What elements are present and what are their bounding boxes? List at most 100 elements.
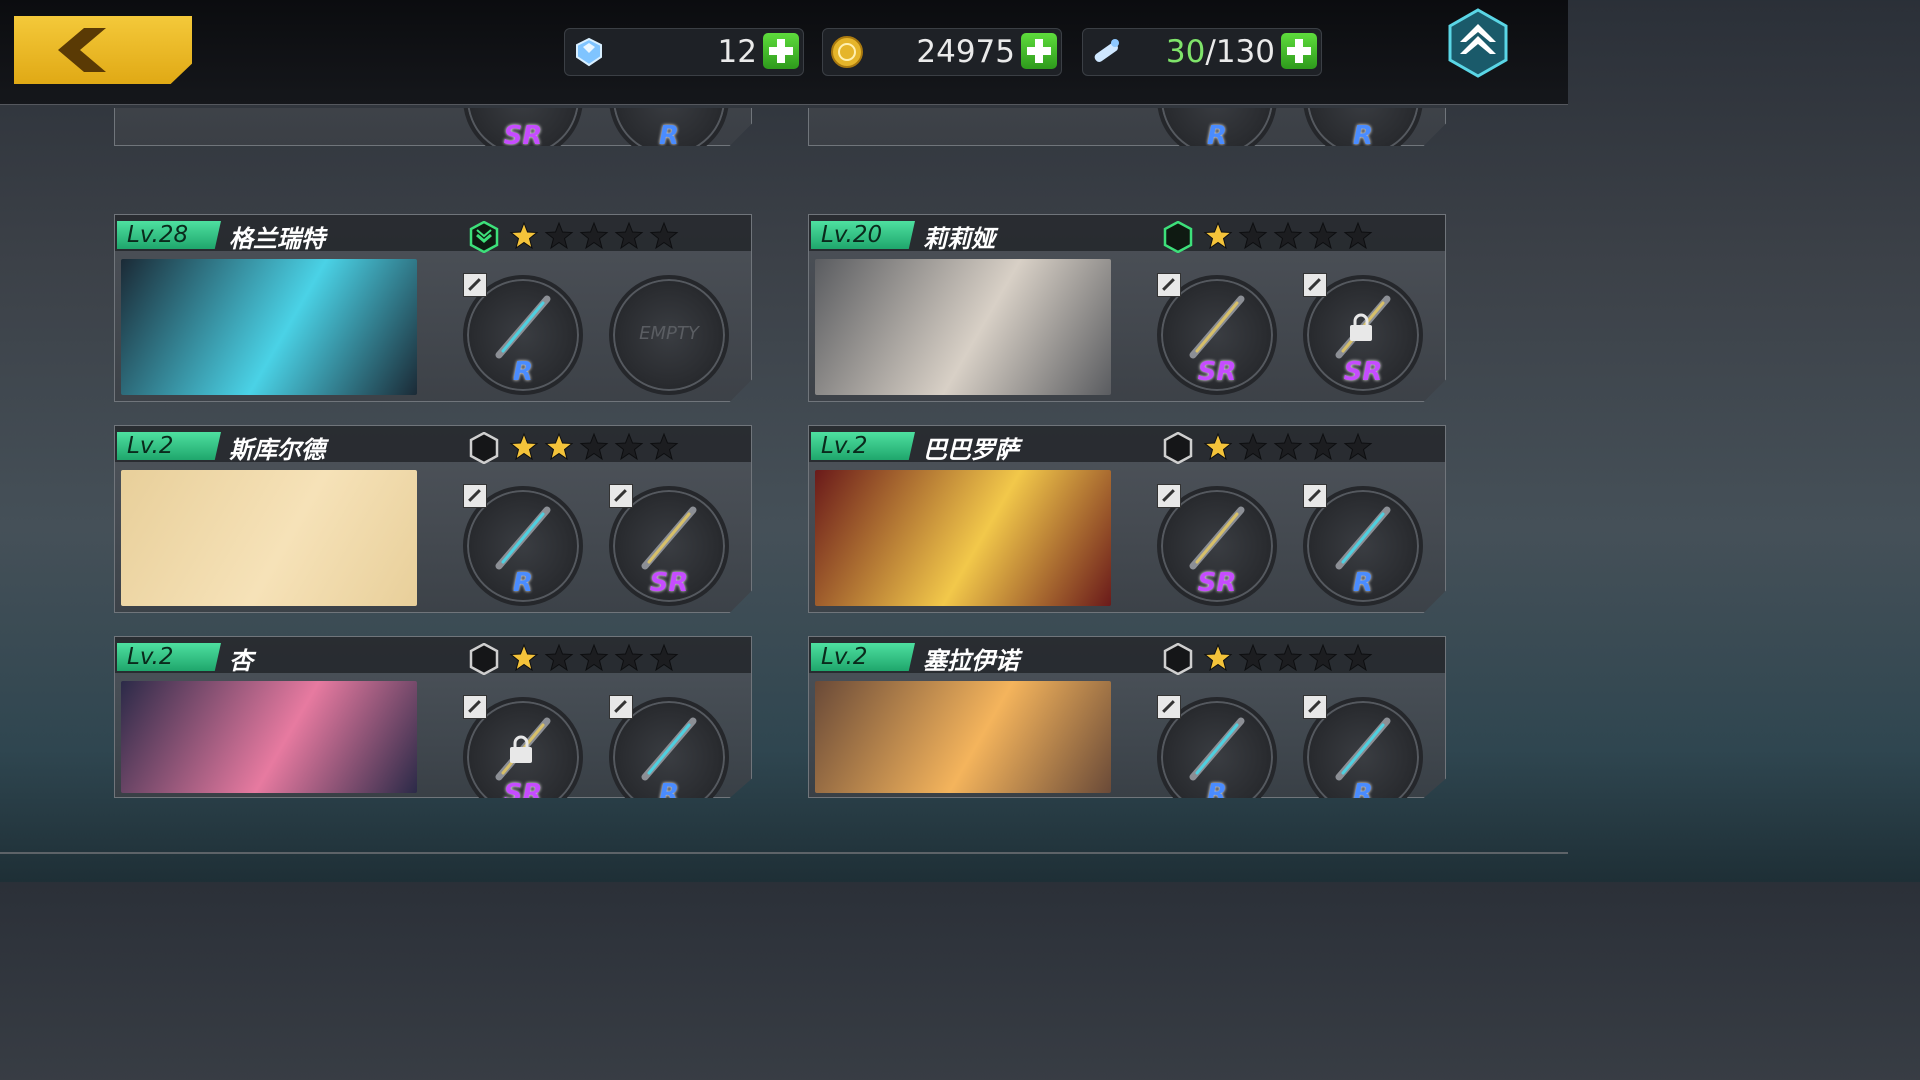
star-icon [509, 432, 539, 461]
equipment-slot[interactable]: SR [463, 108, 583, 146]
character-card[interactable]: Lv.2 塞拉伊诺 R R [808, 636, 1446, 798]
weapon-staff-icon [495, 506, 551, 570]
character-portrait [815, 681, 1111, 793]
edit-icon[interactable] [463, 695, 487, 719]
stamina-separator: / [1205, 34, 1216, 70]
star-icon [579, 643, 609, 672]
star-rating [509, 221, 679, 251]
equipment-slot[interactable]: SR [1157, 273, 1277, 395]
gem-value: 12 [717, 34, 757, 70]
star-icon [649, 643, 679, 672]
gem-counter: 12 [564, 28, 804, 76]
star-icon [1203, 221, 1233, 250]
home-button[interactable] [1446, 8, 1510, 78]
weapon-fish-icon [1335, 506, 1391, 570]
character-name: 杏 [229, 647, 253, 675]
equipment-slot[interactable]: R [1303, 695, 1423, 809]
character-card[interactable]: Lv.2 杏 SR R [114, 636, 752, 798]
back-arrow-icon [58, 28, 106, 72]
star-icon [649, 221, 679, 250]
equipment-slot[interactable]: SR [1303, 273, 1423, 395]
rank-hexagon-icon [469, 432, 499, 464]
character-portrait [121, 470, 417, 606]
star-icon [1273, 221, 1303, 250]
edit-icon[interactable] [463, 484, 487, 508]
partial-top-row: SR R R R [0, 108, 1568, 148]
star-icon [1308, 432, 1338, 461]
rank-hexagon-icon [1163, 643, 1193, 675]
rank-hexagon-icon [1163, 221, 1193, 253]
edit-icon[interactable] [1157, 695, 1181, 719]
star-icon [544, 643, 574, 672]
star-icon [1343, 221, 1373, 250]
star-icon [1343, 432, 1373, 461]
edit-icon[interactable] [1303, 484, 1327, 508]
bottom-divider [0, 852, 1568, 854]
equipment-slot[interactable]: SR [609, 484, 729, 606]
gem-icon [576, 37, 602, 67]
character-name: 巴巴罗萨 [923, 436, 1019, 464]
character-card[interactable]: Lv.20 莉莉娅 SR SR [808, 214, 1446, 402]
star-rating [1203, 643, 1373, 673]
rank-label: R [512, 357, 534, 387]
stamina-counter: 30/130 [1082, 28, 1322, 76]
star-rating [509, 432, 679, 462]
equipment-slot[interactable]: R [1303, 484, 1423, 606]
character-portrait [121, 681, 417, 793]
character-name: 莉莉娅 [923, 225, 995, 253]
character-card[interactable]: Lv.28 格兰瑞特 R EMPTY [114, 214, 752, 402]
character-card[interactable]: Lv.2 斯库尔德 R SR [114, 425, 752, 613]
edit-icon[interactable] [463, 273, 487, 297]
star-icon [1203, 643, 1233, 672]
star-icon [1343, 643, 1373, 672]
stamina-value: 30/130 [1166, 33, 1275, 71]
level-badge: Lv.2 [117, 643, 221, 671]
rank-label: SR [649, 568, 689, 598]
equipment-slot[interactable]: R [1157, 695, 1277, 798]
equipment-slot[interactable]: R [1303, 108, 1423, 146]
star-icon [544, 432, 574, 461]
equipment-slot[interactable]: R [609, 695, 729, 798]
star-rating [1203, 221, 1373, 251]
equipment-slot[interactable]: SR [1157, 484, 1277, 606]
edit-icon[interactable] [609, 695, 633, 719]
edit-icon[interactable] [1157, 273, 1181, 297]
star-icon [1238, 432, 1268, 461]
equipment-slot[interactable]: R [1157, 108, 1277, 148]
weapon-scythe-icon [495, 295, 551, 359]
star-icon [614, 643, 644, 672]
edit-icon[interactable] [1303, 273, 1327, 297]
weapon-cane-icon [641, 717, 697, 781]
add-coins-button[interactable] [1021, 33, 1057, 69]
character-card-partial-right[interactable]: R R [808, 108, 1446, 146]
edit-icon[interactable] [1303, 695, 1327, 719]
equipment-slot[interactable]: R [463, 484, 583, 606]
equipment-slot[interactable]: R [609, 108, 729, 146]
equipment-slot-empty[interactable]: EMPTY [609, 275, 729, 395]
rank-label: R [1206, 121, 1228, 148]
character-card-partial-left[interactable]: SR R [114, 108, 752, 146]
edit-icon[interactable] [1157, 484, 1181, 508]
character-card[interactable]: Lv.2 巴巴罗萨 SR R [808, 425, 1446, 613]
equipment-slot[interactable]: R [463, 273, 583, 395]
add-stamina-button[interactable] [1281, 33, 1317, 69]
star-icon [544, 221, 574, 250]
rank-label: SR [1343, 357, 1383, 387]
star-icon [1203, 432, 1233, 461]
coin-counter: 24975 [822, 28, 1062, 76]
star-icon [579, 221, 609, 250]
level-badge: Lv.28 [117, 221, 221, 249]
rank-label: R [1352, 779, 1374, 809]
add-gems-button[interactable] [763, 33, 799, 69]
star-icon [579, 432, 609, 461]
empty-label: EMPTY [639, 323, 699, 344]
star-icon [509, 643, 539, 672]
back-button[interactable] [14, 16, 192, 84]
equipment-slot[interactable]: SR [463, 695, 583, 798]
level-badge: Lv.2 [811, 643, 915, 671]
edit-icon[interactable] [609, 484, 633, 508]
rank-up-icon [469, 221, 499, 253]
weapon-blades-icon [1189, 506, 1245, 570]
level-badge: Lv.2 [117, 432, 221, 460]
level-badge: Lv.20 [811, 221, 915, 249]
